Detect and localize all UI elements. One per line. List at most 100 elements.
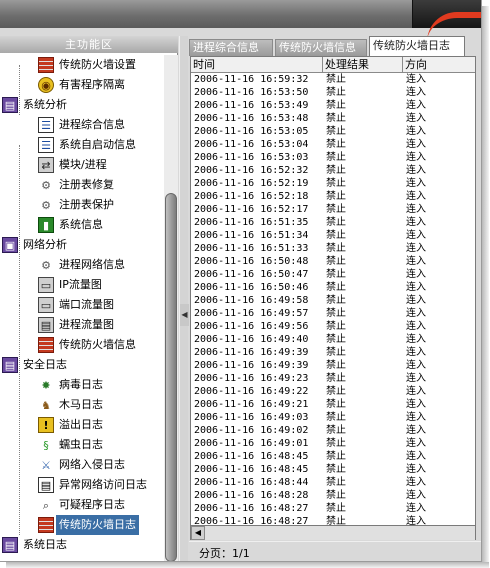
table-row[interactable]: 2006-11-16 16:48:44 禁止 连入	[191, 476, 475, 489]
left-scrollbar-thumb[interactable]	[165, 193, 177, 561]
tree-item[interactable]: ▤ 进程流量图	[0, 315, 164, 335]
tree-item[interactable]: ⇄ 模块/进程	[0, 155, 164, 175]
function-tree: 传统防火墙设置 ◉ 有害程序隔离 ▤ 系统分析 ☰ 进程综合信息 ☰ 系统自启动信息 ⇄ 模块/进程…	[0, 55, 164, 561]
tree-item[interactable]: ⌕ 可疑程序日志	[0, 495, 164, 515]
collapse-arrow-icon[interactable]: ◀	[180, 304, 189, 326]
tree-category[interactable]: ▤ 系统日志	[0, 535, 164, 555]
table-row[interactable]: 2006-11-16 16:53:03 禁止 连入	[191, 151, 475, 164]
cell-time: 2006-11-16 16:51:35	[194, 217, 309, 228]
tab-2[interactable]: 传统防火墙信息	[275, 39, 367, 56]
table-row[interactable]: 2006-11-16 16:51:33 禁止 连入	[191, 242, 475, 255]
table-row[interactable]: 2006-11-16 16:48:45 禁止 连入	[191, 463, 475, 476]
column-direction[interactable]: 方向	[403, 57, 475, 73]
panel-splitter[interactable]: ◀	[179, 36, 189, 561]
table-row[interactable]: 2006-11-16 16:49:22 禁止 连入	[191, 385, 475, 398]
table-row[interactable]: 2006-11-16 16:50:48 禁止 连入	[191, 255, 475, 268]
table-row[interactable]: 2006-11-16 16:48:45 禁止 连入	[191, 450, 475, 463]
cell-result: 禁止	[326, 178, 346, 189]
security-log-icon: ▤	[2, 357, 18, 373]
column-result[interactable]: 处理结果	[323, 57, 403, 73]
table-row[interactable]: 2006-11-16 16:50:46 禁止 连入	[191, 281, 475, 294]
tree-item[interactable]: ▭ 端口流量图	[0, 295, 164, 315]
tree-item[interactable]: ▮ 系统信息	[0, 215, 164, 235]
table-row[interactable]: 2006-11-16 16:49:21 禁止 连入	[191, 398, 475, 411]
tree-item[interactable]: ✸ 病毒日志	[0, 375, 164, 395]
list-header: 时间 处理结果 方向	[191, 57, 475, 73]
table-row[interactable]: 2006-11-16 16:49:03 禁止 连入	[191, 411, 475, 424]
scroll-left-icon[interactable]: ◀	[191, 526, 205, 540]
tree-item[interactable]: ▭ IP流量图	[0, 275, 164, 295]
cell-result: 禁止	[326, 308, 346, 319]
table-row[interactable]: 2006-11-16 16:49:58 禁止 连入	[191, 294, 475, 307]
cell-direction: 连入	[406, 100, 426, 111]
tree-item[interactable]: ☰ 进程综合信息	[0, 115, 164, 135]
table-row[interactable]: 2006-11-16 16:48:27 禁止 连入	[191, 515, 475, 525]
cell-direction: 连入	[406, 451, 426, 462]
table-row[interactable]: 2006-11-16 16:52:32 禁止 连入	[191, 164, 475, 177]
cell-result: 禁止	[326, 165, 346, 176]
tree-item[interactable]: ♞ 木马日志	[0, 395, 164, 415]
list-rows: 2006-11-16 16:59:32 禁止 连入 2006-11-16 16:53:…	[191, 73, 475, 525]
table-row[interactable]: 2006-11-16 16:49:02 禁止 连入	[191, 424, 475, 437]
tree-item[interactable]: ⚙ 注册表修复	[0, 175, 164, 195]
table-row[interactable]: 2006-11-16 16:51:35 禁止 连入	[191, 216, 475, 229]
cell-direction: 连入	[406, 412, 426, 423]
table-row[interactable]: 2006-11-16 16:53:04 禁止 连入	[191, 138, 475, 151]
tree-category[interactable]: ▤ 系统分析	[0, 95, 164, 115]
tree-item[interactable]: ▤ 异常网络访问日志	[0, 475, 164, 495]
tree-item[interactable]: 传统防火墙设置	[0, 55, 164, 75]
column-time[interactable]: 时间	[191, 57, 323, 73]
table-row[interactable]: 2006-11-16 16:52:17 禁止 连入	[191, 203, 475, 216]
tree-item[interactable]: ⚙ 进程网络信息	[0, 255, 164, 275]
process-traffic-icon: ▤	[38, 317, 54, 333]
cell-direction: 连入	[406, 152, 426, 163]
abnormal-access-icon: ▤	[38, 477, 54, 493]
tree-item[interactable]: 传统防火墙信息	[0, 335, 164, 355]
tree-item[interactable]: ◉ 有害程序隔离	[0, 75, 164, 95]
table-row[interactable]: 2006-11-16 16:49:40 禁止 连入	[191, 333, 475, 346]
table-row[interactable]: 2006-11-16 16:59:32 禁止 连入	[191, 73, 475, 86]
title-bar[interactable]	[0, 0, 481, 28]
table-row[interactable]: 2006-11-16 16:52:18 禁止 连入	[191, 190, 475, 203]
table-row[interactable]: 2006-11-16 16:49:39 禁止 连入	[191, 346, 475, 359]
table-row[interactable]: 2006-11-16 16:49:56 禁止 连入	[191, 320, 475, 333]
table-row[interactable]: 2006-11-16 16:49:39 禁止 连入	[191, 359, 475, 372]
table-row[interactable]: 2006-11-16 16:53:49 禁止 连入	[191, 99, 475, 112]
cell-time: 2006-11-16 16:50:48	[194, 256, 309, 267]
table-row[interactable]: 2006-11-16 16:53:50 禁止 连入	[191, 86, 475, 99]
tree-category[interactable]: ▤ 安全日志	[0, 355, 164, 375]
cell-direction: 连入	[406, 334, 426, 345]
tree-category[interactable]: ▣ 网络分析	[0, 235, 164, 255]
table-row[interactable]: 2006-11-16 16:53:05 禁止 连入	[191, 125, 475, 138]
table-row[interactable]: 2006-11-16 16:51:34 禁止 连入	[191, 229, 475, 242]
cell-result: 禁止	[326, 295, 346, 306]
table-row[interactable]: 2006-11-16 16:49:01 禁止 连入	[191, 437, 475, 450]
table-row[interactable]: 2006-11-16 16:50:47 禁止 连入	[191, 268, 475, 281]
tree-item[interactable]: ⚙ 注册表保护	[0, 195, 164, 215]
horizontal-scrollbar[interactable]: ◀	[190, 526, 476, 540]
table-row[interactable]: 2006-11-16 16:53:48 禁止 连入	[191, 112, 475, 125]
cell-time: 2006-11-16 16:48:45	[194, 464, 309, 475]
table-row[interactable]: 2006-11-16 16:49:23 禁止 连入	[191, 372, 475, 385]
trojan-horse-icon: ♞	[41, 398, 51, 412]
cell-time: 2006-11-16 16:53:04	[194, 139, 309, 150]
table-row[interactable]: 2006-11-16 16:49:57 禁止 连入	[191, 307, 475, 320]
tree-item[interactable]: 传统防火墙日志	[0, 515, 164, 535]
table-row[interactable]: 2006-11-16 16:48:28 禁止 连入	[191, 489, 475, 502]
tab-1[interactable]: 进程综合信息	[189, 39, 273, 56]
tree-item[interactable]: § 蠕虫日志	[0, 435, 164, 455]
cell-time: 2006-11-16 16:51:33	[194, 243, 309, 254]
cell-result: 禁止	[326, 334, 346, 345]
tree-item[interactable]: ⚔ 网络入侵日志	[0, 455, 164, 475]
cell-time: 2006-11-16 16:50:47	[194, 269, 309, 280]
module-process-icon: ⇄	[38, 157, 54, 173]
cell-time: 2006-11-16 16:52:32	[194, 165, 309, 176]
table-row[interactable]: 2006-11-16 16:52:19 禁止 连入	[191, 177, 475, 190]
table-row[interactable]: 2006-11-16 16:48:27 禁止 连入	[191, 502, 475, 515]
brand-logo	[412, 0, 481, 28]
tree-item[interactable]: ! 溢出日志	[0, 415, 164, 435]
tab-3[interactable]: 传统防火墙日志	[369, 36, 465, 56]
tree-item-label: 系统日志	[23, 538, 67, 551]
left-scrollbar[interactable]	[164, 55, 178, 561]
tree-item[interactable]: ☰ 系统自启动信息	[0, 135, 164, 155]
